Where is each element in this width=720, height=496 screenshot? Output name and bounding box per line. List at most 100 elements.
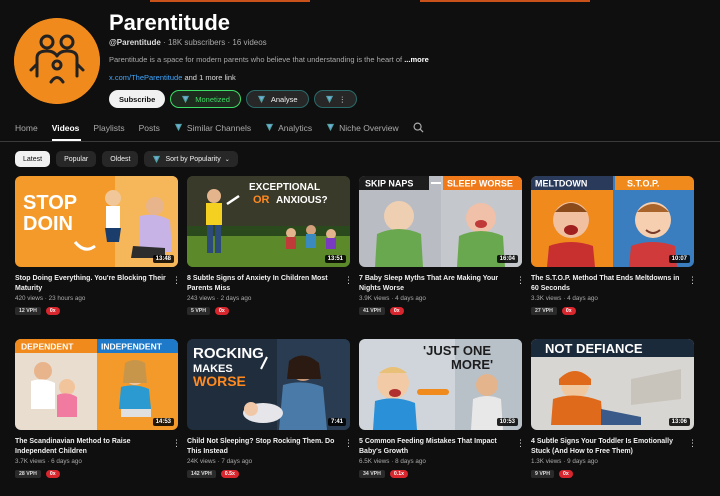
thumbnail-image: MELTDOWN S.T.O.P. [531,176,694,267]
video-stats: 3.7K views · 6 days ago [15,458,82,465]
thumb-text: SLEEP WORSE [447,179,513,189]
vph-badge: 9 VPH [531,470,554,478]
thumb-text: WORSE [193,373,246,389]
upload-age: 2 days ago [220,295,252,302]
video-title[interactable]: The Scandinavian Method to Raise Indepen… [15,437,168,457]
thumb-text: S.T.O.P. [627,179,659,189]
extension-menu-button[interactable]: ⋮ [313,90,358,108]
family-logo-icon [14,18,100,104]
video-title[interactable]: Stop Doing Everything. You're Blocking T… [15,274,168,294]
sort-label: Sort by Popularity [165,155,221,163]
video-card[interactable]: MELTDOWN S.T.O.P. 10:07 The S.T.O.P. Met… [531,176,697,315]
video-title[interactable]: The S.T.O.P. Method That Ends Meltdowns … [531,274,684,294]
video-thumbnail[interactable]: MELTDOWN S.T.O.P. 10:07 [531,176,694,267]
view-count: 1.3K views [531,458,562,465]
vidiq-icon [174,123,183,132]
video-title[interactable]: 5 Common Feeding Mistakes That Impact Ba… [359,437,512,457]
thumb-text: ROCKING [193,345,264,362]
view-count: 3.9K views [359,295,390,302]
thumbnail-image: EXCEPTIONAL OR ANXIOUS? [187,176,350,267]
video-card[interactable]: EXCEPTIONAL OR ANXIOUS? 13:51 8 Subtle S… [187,176,353,315]
more-vertical-icon[interactable]: ⋮ [344,275,353,286]
filter-latest[interactable]: Latest [15,151,51,167]
video-badges: 27 VPH 0x [531,307,694,315]
view-count: 3.7K views [15,458,46,465]
more-vertical-icon[interactable]: ⋮ [688,275,697,286]
thumbnail-image: ROCKING MAKES WORSE [187,339,350,430]
video-thumbnail[interactable]: SKIP NAPS SLEEP WORSE 16:04 [359,176,522,267]
video-thumbnail[interactable]: EXCEPTIONAL OR ANXIOUS? 13:51 [187,176,350,267]
search-icon[interactable] [413,122,424,133]
video-title[interactable]: 4 Subtle Signs Your Toddler Is Emotional… [531,437,684,457]
video-thumbnail[interactable]: STOP DOIN 13:48 [15,176,178,267]
upload-age: 4 days ago [395,295,426,302]
thumb-text: DEPENDENT [21,342,74,352]
thumb-text: MELTDOWN [535,179,587,189]
filter-popular[interactable]: Popular [56,151,97,167]
monetized-button[interactable]: Monetized [170,90,241,108]
video-stats: 1.3K views · 9 days ago [531,458,598,465]
upload-age: 4 days ago [567,295,598,302]
sort-by-popularity-dropdown[interactable]: Sort by Popularity ⌄ [144,151,238,167]
thumb-text: INDEPENDENT [101,342,163,352]
tab-videos[interactable]: Videos [52,123,80,133]
more-vertical-icon[interactable]: ⋮ [516,275,525,286]
channel-description[interactable]: Parentitude is a space for modern parent… [109,55,439,64]
video-card[interactable]: STOP DOIN 13:48 Stop Doing Everything. Y… [15,176,181,315]
video-card[interactable]: DEPENDENT INDEPENDENT 14:53 The Scandina… [15,339,181,478]
thumb-text: MORE' [451,357,493,372]
tab-home[interactable]: Home [15,123,38,133]
view-count: 24K views [187,458,216,465]
video-card[interactable]: 'JUST ONE MORE' 10:53 5 Common Feeding M… [359,339,525,478]
channel-link[interactable]: x.com/TheParentitude [109,73,182,82]
tab-analytics[interactable]: Analytics [265,123,312,133]
vidiq-icon [181,95,190,104]
thumb-text: SKIP NAPS [365,179,413,189]
more-vertical-icon[interactable]: ⋮ [172,275,181,286]
more-vertical-icon[interactable]: ⋮ [688,438,697,449]
channel-actions: Subscribe Monetized Analyse ⋮ [109,90,358,108]
tab-similar-channels[interactable]: Similar Channels [174,123,251,133]
video-stats: 6.5K views · 8 days ago [359,458,426,465]
video-duration: 13:06 [668,418,690,426]
vph-badge: 27 VPH [531,307,557,315]
video-badges: 34 VPH 0.1x [359,470,522,478]
analyse-button[interactable]: Analyse [245,90,309,108]
outlier-badge: 0.1x [389,470,408,478]
video-thumbnail[interactable]: ROCKING MAKES WORSE 7:41 [187,339,350,430]
thumb-text: NOT DEFIANCE [545,341,643,356]
subscribe-button[interactable]: Subscribe [109,90,166,108]
tabs-divider [0,141,720,142]
video-card[interactable]: SKIP NAPS SLEEP WORSE 16:04 7 Baby Sleep… [359,176,525,315]
video-card[interactable]: ROCKING MAKES WORSE 7:41 Child Not Sleep… [187,339,353,478]
banner-edge-right [420,0,590,2]
tab-posts[interactable]: Posts [139,123,160,133]
outlier-badge: 0x [389,307,404,315]
tab-label: Similar Channels [186,122,252,133]
filter-oldest[interactable]: Oldest [102,151,139,167]
vph-badge: 5 VPH [187,307,210,315]
video-title[interactable]: 7 Baby Sleep Myths That Are Making Your … [359,274,512,294]
video-duration: 14:53 [152,418,174,426]
more-vertical-icon[interactable]: ⋮ [516,438,525,449]
outlier-badge: 0x [215,307,229,315]
more-vertical-icon[interactable]: ⋮ [172,438,181,449]
banner-edge-left [150,0,310,2]
description-more-link[interactable]: ...more [404,55,429,64]
description-text: Parentitude is a space for modern parent… [109,55,403,64]
video-thumbnail[interactable]: DEPENDENT INDEPENDENT 14:53 [15,339,178,430]
video-thumbnail[interactable]: NOT DEFIANCE 13:06 [531,339,694,430]
video-title[interactable]: Child Not Sleeping? Stop Rocking Them. D… [187,437,340,457]
video-title[interactable]: 8 Subtle Signs of Anxiety In Children Mo… [187,274,340,294]
tab-niche-overview[interactable]: Niche Overview [326,123,399,133]
more-vertical-icon[interactable]: ⋮ [344,438,353,449]
video-thumbnail[interactable]: 'JUST ONE MORE' 10:53 [359,339,522,430]
video-card[interactable]: NOT DEFIANCE 13:06 4 Subtle Signs Your T… [531,339,697,478]
video-stats: 420 views · 23 hours ago [15,295,86,302]
thumb-text: OR [253,194,270,206]
tab-playlists[interactable]: Playlists [93,123,124,133]
video-badges: 142 VPH 0.5x [187,470,350,478]
more-links[interactable]: and 1 more link [184,73,235,82]
channel-avatar[interactable] [14,18,100,104]
vph-badge: 34 VPH [359,470,385,478]
